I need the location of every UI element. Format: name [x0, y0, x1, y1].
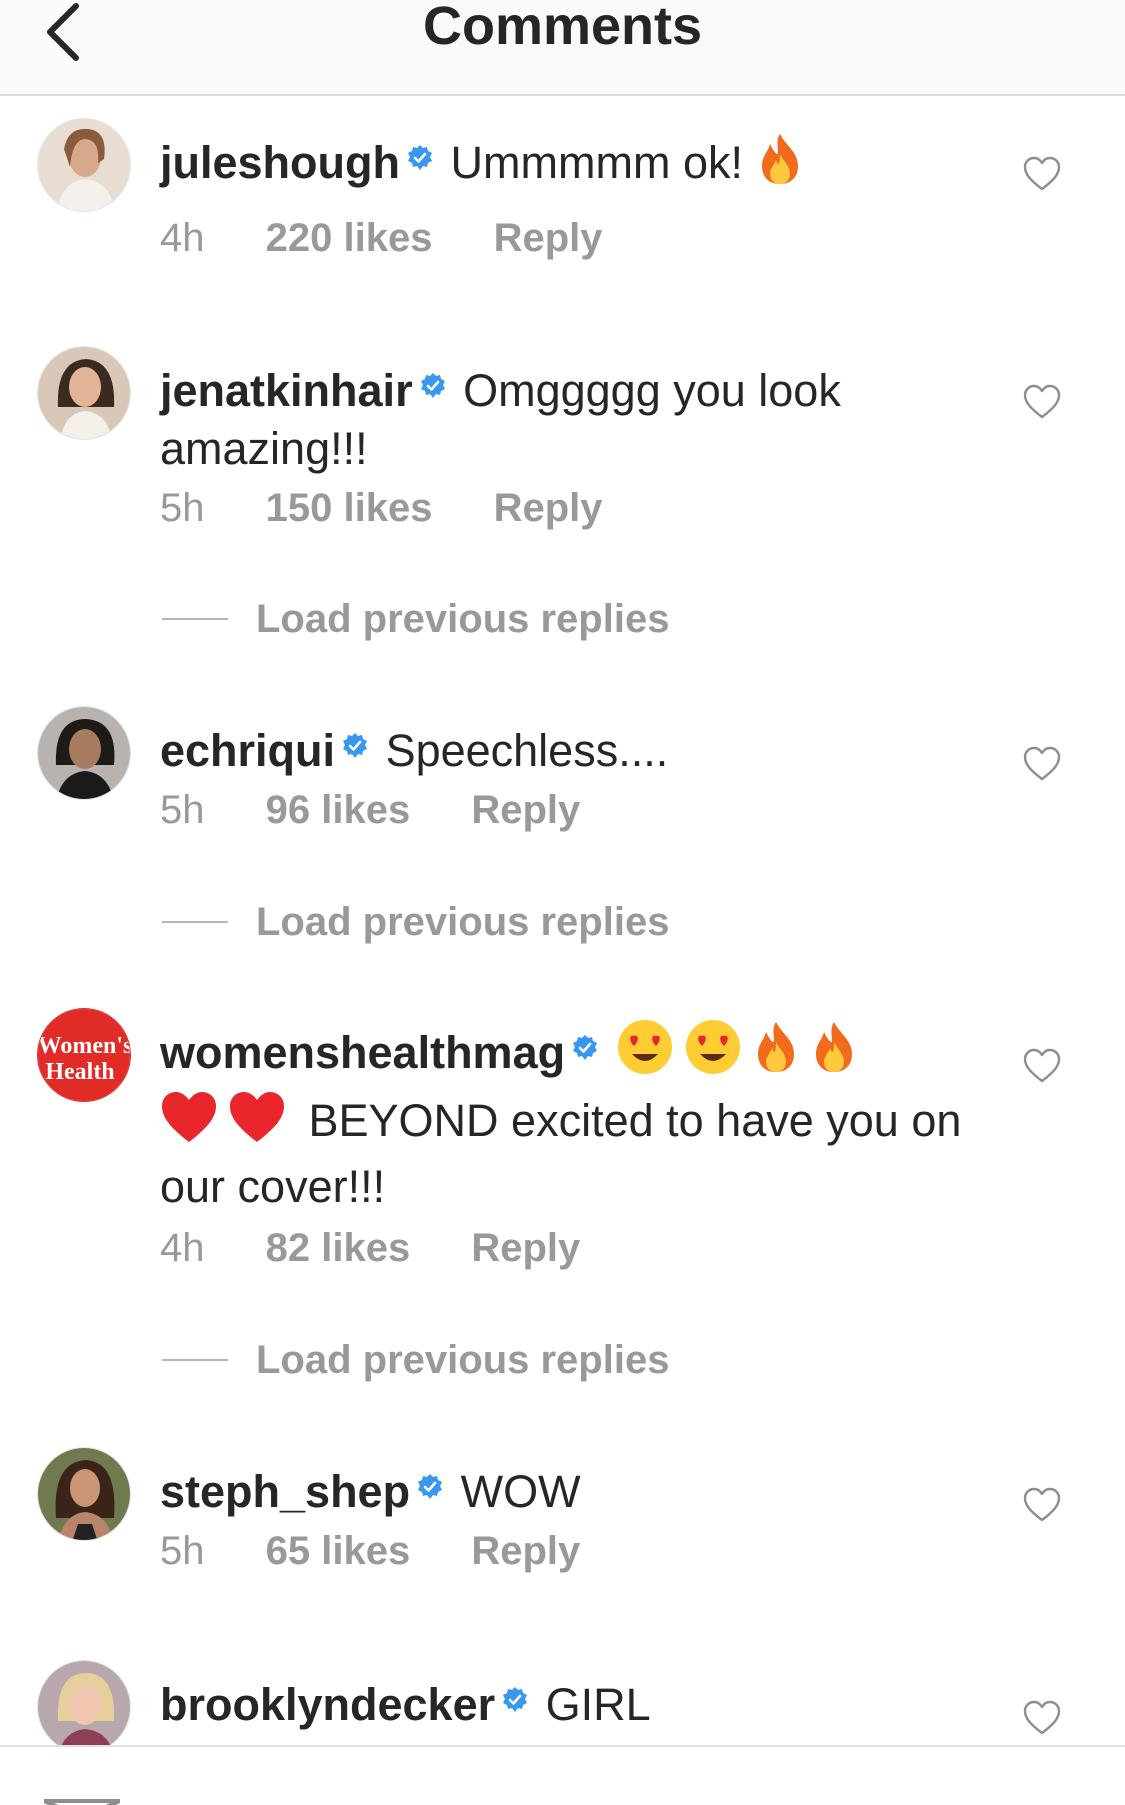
likes-count[interactable]: 82 likes	[266, 1226, 411, 1270]
verified-badge-icon	[571, 1018, 599, 1076]
fire-emoji-icon	[810, 1018, 858, 1090]
verified-badge-icon	[341, 716, 369, 774]
comment-text: brooklyndecker GIRL	[160, 1670, 960, 1734]
divider	[162, 618, 228, 620]
heart-outline-icon[interactable]	[1022, 1485, 1062, 1525]
reply-button[interactable]: Reply	[494, 486, 603, 530]
timestamp: 5h	[160, 788, 205, 832]
comment-message: WOW	[460, 1466, 581, 1517]
avatar[interactable]	[37, 1447, 131, 1541]
avatar[interactable]	[37, 706, 131, 800]
load-previous-label: Load previous replies	[256, 1338, 670, 1382]
share-icon[interactable]	[43, 1797, 121, 1805]
heart-outline-icon[interactable]	[1022, 382, 1062, 422]
fire-emoji-icon	[752, 1018, 800, 1090]
comment-text: steph_shep WOW	[160, 1457, 960, 1521]
avatar-logo-text: Women's	[38, 1033, 131, 1059]
fire-emoji-icon	[756, 132, 804, 200]
comment-meta: 5h 150 likes Reply	[160, 484, 653, 532]
comment-message: Speechless....	[385, 725, 669, 776]
heart-outline-icon[interactable]	[1022, 154, 1062, 194]
heart-outline-icon[interactable]	[1022, 1698, 1062, 1738]
timestamp: 5h	[160, 1529, 205, 1573]
verified-badge-icon	[406, 128, 434, 186]
avatar[interactable]	[37, 346, 131, 440]
likes-count[interactable]: 150 likes	[266, 486, 433, 530]
comment-meta: 4h 82 likes Reply	[160, 1224, 630, 1272]
username[interactable]: steph_shep	[160, 1466, 410, 1517]
red-heart-emoji-icon	[228, 1090, 286, 1158]
comment-message: GIRL	[545, 1679, 651, 1730]
heart-eyes-emoji-icon	[684, 1018, 742, 1090]
username[interactable]: brooklyndecker	[160, 1679, 495, 1730]
divider	[162, 1359, 228, 1361]
verified-badge-icon	[416, 1457, 444, 1515]
comment-text: womenshealthmag BEYOND excited to have y…	[160, 1018, 990, 1216]
red-heart-emoji-icon	[160, 1090, 218, 1158]
divider	[162, 921, 228, 923]
comment-meta: 4h 220 likes Reply	[160, 214, 653, 262]
username[interactable]: echriqui	[160, 725, 335, 776]
comments-screen: Comments juleshough Ummmmm ok! 4h 220 li…	[0, 0, 1125, 1805]
username[interactable]: juleshough	[160, 137, 400, 188]
verified-badge-icon	[501, 1670, 529, 1728]
reply-button[interactable]: Reply	[494, 216, 603, 260]
load-previous-label: Load previous replies	[256, 597, 670, 641]
heart-outline-icon[interactable]	[1022, 1046, 1062, 1086]
timestamp: 4h	[160, 216, 205, 260]
likes-count[interactable]: 96 likes	[266, 788, 411, 832]
timestamp: 4h	[160, 1226, 205, 1270]
comment-message: Ummmmm ok!	[450, 137, 743, 188]
reply-button[interactable]: Reply	[471, 1226, 580, 1270]
username[interactable]: jenatkinhair	[160, 365, 413, 416]
heart-outline-icon[interactable]	[1022, 744, 1062, 784]
avatar[interactable]	[37, 118, 131, 212]
header-bar: Comments	[0, 0, 1125, 96]
comment-text: juleshough Ummmmm ok!	[160, 128, 960, 200]
reply-button[interactable]: Reply	[471, 788, 580, 832]
comment-meta: 5h 96 likes Reply	[160, 786, 630, 834]
load-previous-label: Load previous replies	[256, 900, 670, 944]
avatar[interactable]	[37, 1660, 131, 1754]
heart-eyes-emoji-icon	[616, 1018, 674, 1090]
likes-count[interactable]: 220 likes	[266, 216, 433, 260]
timestamp: 5h	[160, 486, 205, 530]
comment-meta: 5h 65 likes Reply	[160, 1527, 630, 1575]
comment-text: jenatkinhair Omggggg you look amazing!!!	[160, 356, 960, 478]
verified-badge-icon	[419, 356, 447, 414]
likes-count[interactable]: 65 likes	[266, 1529, 411, 1573]
reply-button[interactable]: Reply	[471, 1529, 580, 1573]
username[interactable]: womenshealthmag	[160, 1027, 565, 1078]
page-title: Comments	[422, 0, 703, 56]
comment-composer-bar	[0, 1745, 1125, 1805]
avatar-logo-text: Health	[45, 1059, 114, 1085]
comment-text: echriqui Speechless....	[160, 716, 960, 780]
avatar[interactable]: Women's Health	[37, 1008, 131, 1102]
